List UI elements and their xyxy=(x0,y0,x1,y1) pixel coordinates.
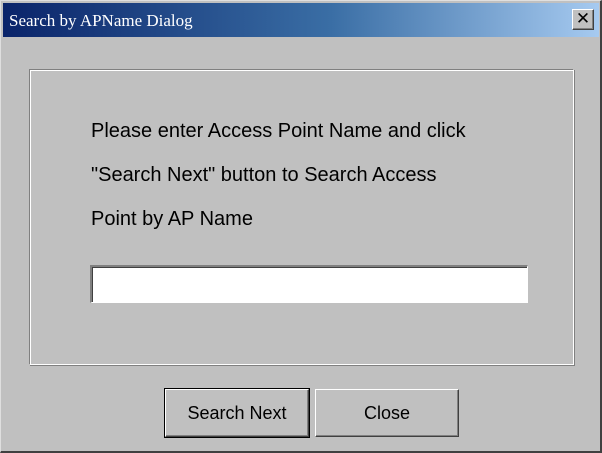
instruction-line-2: "Search Next" button to Search Access xyxy=(91,164,437,186)
instruction-line-1: Please enter Access Point Name and click xyxy=(91,120,466,142)
close-button[interactable]: Close xyxy=(315,389,459,437)
ap-name-input[interactable] xyxy=(90,265,528,303)
search-next-button[interactable]: Search Next xyxy=(164,388,310,438)
window-title: Search by APName Dialog xyxy=(9,11,193,30)
instruction-line-3: Point by AP Name xyxy=(91,208,253,230)
close-icon: ✕ xyxy=(575,9,591,29)
search-by-apname-dialog: Search by APName Dialog ✕ Please enter A… xyxy=(0,0,602,453)
window-close-button[interactable]: ✕ xyxy=(572,9,594,30)
title-bar[interactable]: Search by APName Dialog ✕ xyxy=(3,3,599,37)
